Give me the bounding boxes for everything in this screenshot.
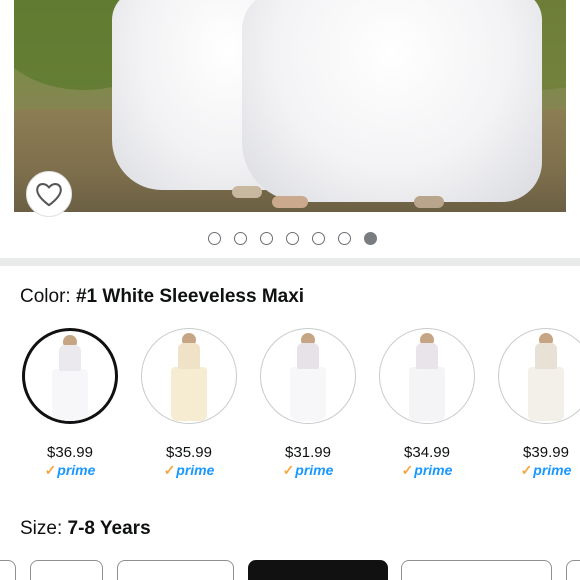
prime-badge: ✓prime xyxy=(141,462,237,479)
product-main-image[interactable] xyxy=(14,0,566,212)
prime-badge: ✓prime xyxy=(379,462,475,479)
prime-label: prime xyxy=(414,462,453,478)
dress-thumbnail-image xyxy=(169,329,209,423)
dress-skirt xyxy=(52,369,88,421)
prime-check-icon: ✓ xyxy=(520,462,533,478)
color-selected-value: #1 White Sleeveless Maxi xyxy=(75,286,305,307)
size-option[interactable] xyxy=(0,560,16,580)
dress-bodice xyxy=(178,343,200,369)
carousel-dot-active[interactable] xyxy=(363,232,377,245)
dress-bodice xyxy=(535,343,557,369)
color-swatch[interactable]: $34.99 ✓prime xyxy=(357,326,476,486)
dress-thumbnail-image xyxy=(526,329,566,423)
carousel-dot[interactable] xyxy=(233,232,247,245)
wishlist-button[interactable] xyxy=(26,171,72,217)
dress-skirt xyxy=(171,367,207,421)
shoe xyxy=(272,196,308,208)
prime-label: prime xyxy=(176,462,215,478)
dress-skirt xyxy=(528,367,564,421)
dress-thumbnail-image xyxy=(50,331,90,421)
swatch-price: $35.99 xyxy=(166,444,212,461)
size-option[interactable] xyxy=(566,560,580,580)
prime-check-icon: ✓ xyxy=(44,462,57,478)
prime-badge: ✓prime xyxy=(260,462,356,479)
swatch-thumbnail xyxy=(141,328,237,424)
size-option[interactable] xyxy=(117,560,234,580)
size-option-selected[interactable] xyxy=(248,560,388,580)
prime-check-icon: ✓ xyxy=(401,462,414,478)
color-swatch[interactable]: $36.99 ✓prime xyxy=(0,326,119,486)
dress-thumbnail-image xyxy=(288,329,328,423)
dress-thumbnail-image xyxy=(407,329,447,423)
shoe xyxy=(414,196,444,208)
size-heading: Size: 7-8 Years xyxy=(20,518,151,540)
swatch-price: $36.99 xyxy=(47,444,93,461)
color-swatch[interactable]: $39.99 ✓prime xyxy=(476,326,580,486)
carousel-dot[interactable] xyxy=(259,232,273,245)
prime-check-icon: ✓ xyxy=(282,462,295,478)
swatch-thumbnail xyxy=(498,328,580,424)
swatch-thumbnail xyxy=(260,328,356,424)
swatch-price: $34.99 xyxy=(404,444,450,461)
dress-skirt xyxy=(242,0,542,202)
carousel-dot[interactable] xyxy=(207,232,221,245)
dress-bodice xyxy=(416,343,438,369)
prime-badge: ✓prime xyxy=(498,462,580,479)
swatch-price: $31.99 xyxy=(285,444,331,461)
swatch-price: $39.99 xyxy=(523,444,569,461)
carousel-dot[interactable] xyxy=(311,232,325,245)
prime-check-icon: ✓ xyxy=(163,462,176,478)
swatch-thumbnail xyxy=(22,328,118,424)
dress-skirt xyxy=(409,367,445,421)
color-swatch[interactable]: $35.99 ✓prime xyxy=(119,326,238,486)
color-swatch-list: $36.99 ✓prime $35.99 ✓prime $31.99 ✓prime $34.… xyxy=(0,326,580,486)
color-label: Color: xyxy=(20,286,76,307)
size-selected-value: 7-8 Years xyxy=(67,518,151,539)
prime-badge: ✓prime xyxy=(22,462,118,479)
prime-label: prime xyxy=(533,462,572,478)
size-option-list xyxy=(0,560,580,580)
heart-outline-icon xyxy=(36,183,62,207)
prime-label: prime xyxy=(295,462,334,478)
size-option[interactable] xyxy=(30,560,103,580)
prime-label: prime xyxy=(57,462,96,478)
image-carousel-dots xyxy=(0,232,580,248)
size-label: Size: xyxy=(20,518,68,539)
dress-bodice xyxy=(59,345,81,371)
size-option[interactable] xyxy=(401,560,552,580)
section-divider xyxy=(0,258,580,266)
dress-skirt xyxy=(290,367,326,421)
swatch-thumbnail xyxy=(379,328,475,424)
color-heading: Color: #1 White Sleeveless Maxi xyxy=(20,286,304,308)
shoe xyxy=(232,186,262,198)
carousel-dot[interactable] xyxy=(285,232,299,245)
dress-bodice xyxy=(297,343,319,369)
carousel-dot[interactable] xyxy=(337,232,351,245)
color-swatch[interactable]: $31.99 ✓prime xyxy=(238,326,357,486)
